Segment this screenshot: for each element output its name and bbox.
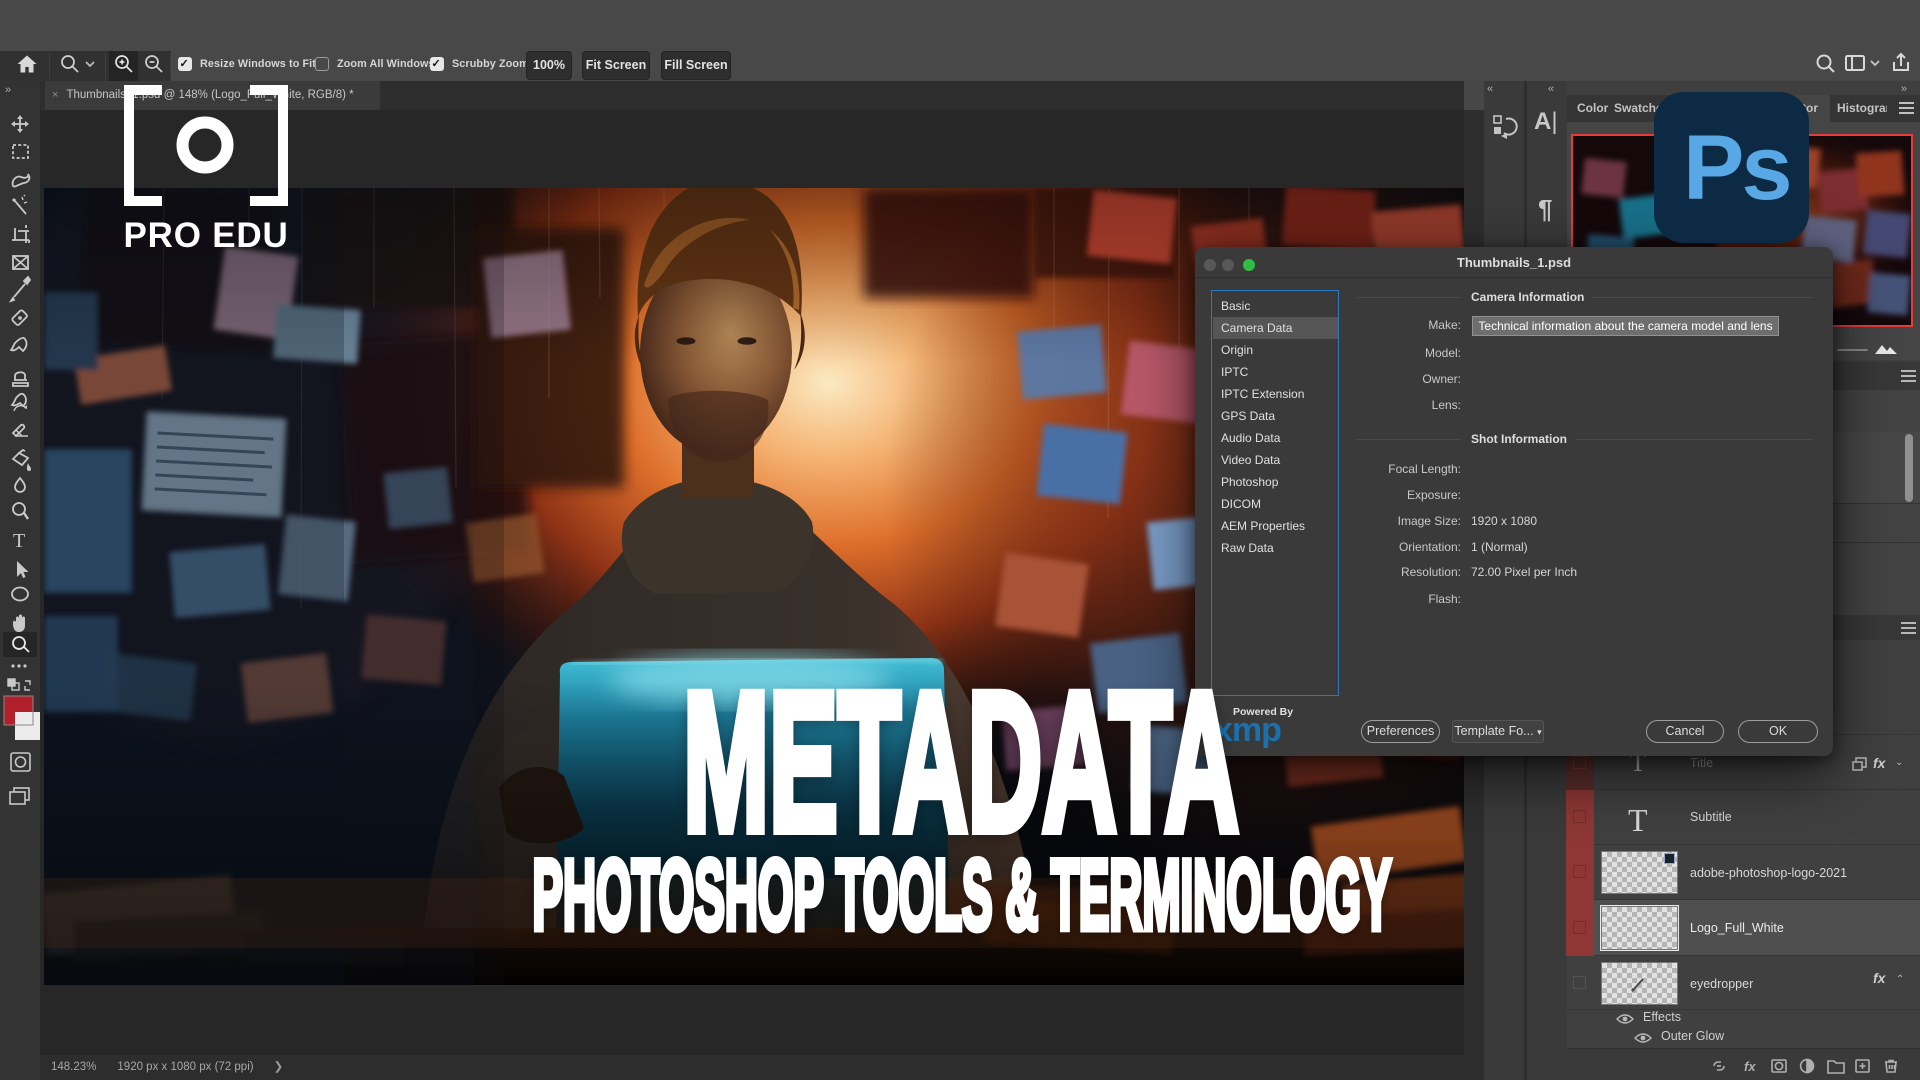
svg-text:T: T xyxy=(13,530,25,552)
svg-text:PRO EDU: PRO EDU xyxy=(124,216,288,250)
svg-text:»: » xyxy=(5,84,11,96)
svg-text:fx: fx xyxy=(1744,1059,1756,1074)
